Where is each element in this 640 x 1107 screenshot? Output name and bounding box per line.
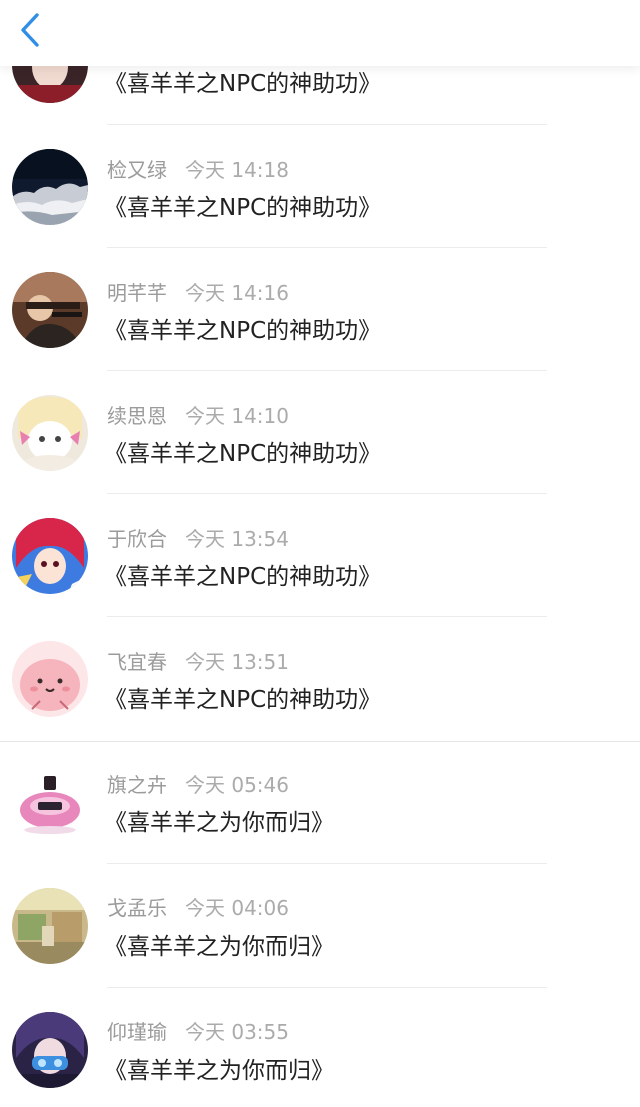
list-item[interactable]: 戈孟乐 今天 04:06 《喜羊羊之为你而归》 [0,864,640,988]
article-title[interactable]: 《喜羊羊之NPC的神助功》 [104,557,381,591]
comment-meta: 续思恩 今天 14:10 [107,400,289,428]
avatar[interactable] [12,888,88,964]
article-title[interactable]: 《喜羊羊之NPC的神助功》 [104,311,381,345]
article-title[interactable]: 《喜羊羊之为你而归》 [104,1051,334,1085]
timestamp: 今天 03:55 [185,1019,289,1044]
article-title[interactable]: 《喜羊羊之为你而归》 [104,927,334,961]
article-title[interactable]: 《喜羊羊之NPC的神助功》 [104,64,381,98]
user-name[interactable]: 于欣合 [107,523,167,552]
comment-meta: 明芊芊 今天 14:16 [107,277,289,305]
comment-meta: 戈孟乐 今天 04:06 [107,892,289,920]
user-name[interactable]: 检又绿 [107,154,167,183]
avatar[interactable] [12,764,88,840]
list-item[interactable]: 明芊芊 今天 14:16 《喜羊羊之NPC的神助功》 [0,248,640,371]
comment-meta: 旗之卉 今天 05:46 [107,769,289,797]
list-item[interactable]: 旗之卉 今天 05:46 《喜羊羊之为你而归》 [0,740,640,864]
list-item[interactable]: 仰瑾瑜 今天 03:55 《喜羊羊之为你而归》 [0,988,640,1107]
timestamp: 今天 05:46 [185,772,289,797]
avatar[interactable] [12,518,88,594]
user-name[interactable]: 仰瑾瑜 [107,1016,167,1045]
list-item[interactable]: 于欣合 今天 13:54 《喜羊羊之NPC的神助功》 [0,494,640,617]
timestamp: 今天 14:18 [185,157,289,182]
timestamp: 今天 04:06 [185,895,289,920]
user-name[interactable]: 飞宜春 [107,646,167,675]
comment-list-screen: 《喜羊羊之NPC的神助功》 检又绿 今天 14:18 《喜羊羊之NPC的神助功》 [0,0,640,1107]
list-item[interactable]: 续思恩 今天 14:10 《喜羊羊之NPC的神助功》 [0,371,640,494]
comment-meta: 飞宜春 今天 13:51 [107,646,289,674]
timestamp: 今天 13:51 [185,649,289,674]
avatar[interactable] [12,1012,88,1088]
timestamp: 今天 14:10 [185,403,289,428]
back-button[interactable] [10,10,50,54]
timestamp: 今天 14:16 [185,280,289,305]
article-title[interactable]: 《喜羊羊之NPC的神助功》 [104,434,381,468]
user-name[interactable]: 明芊芊 [107,277,167,306]
article-title[interactable]: 《喜羊羊之NPC的神助功》 [104,188,381,222]
user-name[interactable]: 戈孟乐 [107,892,167,921]
comment-meta: 仰瑾瑜 今天 03:55 [107,1016,289,1044]
list-item[interactable]: 飞宜春 今天 13:51 《喜羊羊之NPC的神助功》 [0,617,640,742]
article-title[interactable]: 《喜羊羊之为你而归》 [104,803,334,837]
comment-meta: 检又绿 今天 14:18 [107,154,289,182]
avatar[interactable] [12,641,88,717]
chevron-left-icon [19,12,41,52]
list-item[interactable]: 检又绿 今天 14:18 《喜羊羊之NPC的神助功》 [0,125,640,248]
article-title[interactable]: 《喜羊羊之NPC的神助功》 [104,680,381,714]
comment-meta: 于欣合 今天 13:54 [107,523,289,551]
avatar[interactable] [12,149,88,225]
avatar[interactable] [12,395,88,471]
top-bar [0,0,640,66]
user-name[interactable]: 旗之卉 [107,769,167,798]
user-name[interactable]: 续思恩 [107,400,167,429]
avatar[interactable] [12,272,88,348]
timestamp: 今天 13:54 [185,526,289,551]
